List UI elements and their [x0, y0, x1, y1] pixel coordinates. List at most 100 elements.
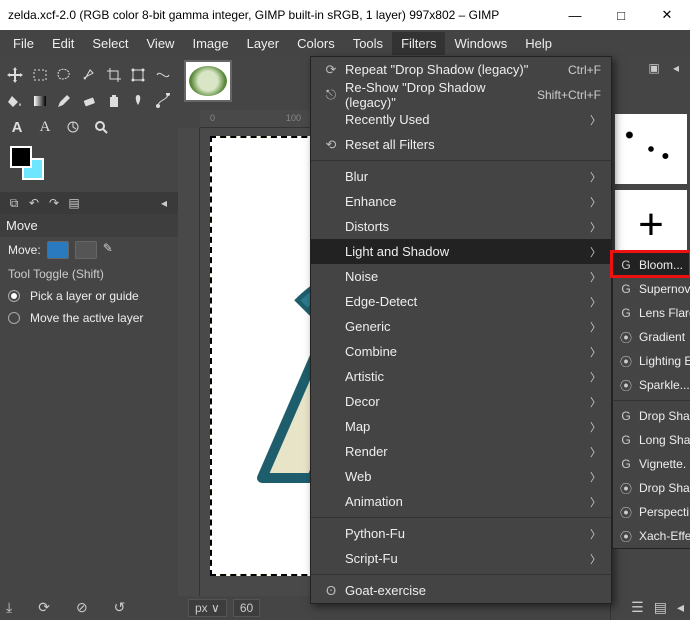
tool-text[interactable]: A: [6, 116, 28, 138]
tool-toggle-label: Tool Toggle (Shift): [0, 263, 178, 285]
menu-item-artistic[interactable]: Artistic〉: [311, 364, 611, 389]
tool-crop[interactable]: [104, 64, 123, 86]
radio-pick-layer[interactable]: Pick a layer or guide: [0, 285, 178, 307]
delete-options-icon[interactable]: ⊘: [76, 599, 88, 616]
zoom-value[interactable]: 60: [233, 599, 260, 617]
brush-preview-1[interactable]: [615, 114, 687, 184]
restore-options-icon[interactable]: ⟳: [38, 599, 50, 616]
radio-move-active[interactable]: Move the active layer: [0, 307, 178, 329]
gegl-icon: G: [619, 258, 633, 272]
mode-layer-chip[interactable]: [47, 241, 69, 259]
tool-zoom[interactable]: [90, 116, 112, 138]
tool-pencil[interactable]: [55, 90, 74, 112]
menu-file[interactable]: File: [4, 32, 43, 55]
mode-selection-chip[interactable]: [75, 241, 97, 259]
menu-item-web[interactable]: Web〉: [311, 464, 611, 489]
reshow-icon: ⎋: [321, 87, 341, 103]
ruler-vertical[interactable]: [178, 128, 200, 596]
tab-menu-icon[interactable]: ◂: [156, 195, 172, 211]
close-button[interactable]: ✕: [644, 0, 690, 30]
unit-selector[interactable]: px ∨: [188, 599, 227, 617]
tool-gradient[interactable]: [31, 90, 50, 112]
tab-images[interactable]: ▤: [66, 195, 82, 211]
menu-item-animation[interactable]: Animation〉: [311, 489, 611, 514]
color-swatches[interactable]: [10, 146, 54, 186]
menu-item-map[interactable]: Map〉: [311, 414, 611, 439]
submenu-drop-shadow[interactable]: GDrop Sha: [613, 404, 690, 428]
submenu-lighting[interactable]: ⦿Lighting E: [613, 349, 690, 373]
submenu-bloom[interactable]: GBloom...: [613, 253, 690, 277]
layers-icon[interactable]: ☰: [631, 599, 644, 616]
menu-item-enhance[interactable]: Enhance〉: [311, 189, 611, 214]
maximize-button[interactable]: □: [598, 0, 644, 30]
menu-filters[interactable]: Filters: [392, 32, 445, 55]
move-mode-row: Move: ✎: [0, 237, 178, 263]
submenu-drop-shadow-legacy[interactable]: ⦿Drop Sha: [613, 476, 690, 500]
menu-item-edge-detect[interactable]: Edge-Detect〉: [311, 289, 611, 314]
foreground-color[interactable]: [10, 146, 32, 168]
menu-item-reshow[interactable]: ⎋Re-Show "Drop Shadow (legacy)"Shift+Ctr…: [311, 82, 611, 107]
submenu-long-shadow[interactable]: GLong Sha: [613, 428, 690, 452]
menu-layer[interactable]: Layer: [238, 32, 289, 55]
tool-measure[interactable]: [62, 116, 84, 138]
tab-tool-options[interactable]: ⧉: [6, 195, 22, 211]
submenu-gradient-flare[interactable]: ⦿Gradient: [613, 325, 690, 349]
menu-help[interactable]: Help: [516, 32, 561, 55]
menu-item-combine[interactable]: Combine〉: [311, 339, 611, 364]
tool-eraser[interactable]: [80, 90, 99, 112]
dock-bottom-buttons: ⤓ ⟳ ⊘ ↺: [6, 599, 125, 616]
menu-item-goat[interactable]: ʘGoat-exercise: [311, 578, 611, 603]
tool-text-alt[interactable]: A: [34, 116, 56, 138]
tool-move[interactable]: [6, 64, 25, 86]
menu-image[interactable]: Image: [183, 32, 237, 55]
submenu-perspective[interactable]: ⦿Perspecti: [613, 500, 690, 524]
menu-colors[interactable]: Colors: [288, 32, 344, 55]
menu-item-reset-filters[interactable]: ⟲Reset all Filters: [311, 132, 611, 157]
tool-path[interactable]: [153, 90, 172, 112]
menu-view[interactable]: View: [138, 32, 184, 55]
mode-path-chip[interactable]: ✎: [103, 241, 125, 259]
menu-select[interactable]: Select: [83, 32, 137, 55]
submenu-xach[interactable]: ⦿Xach-Effe: [613, 524, 690, 548]
move-label: Move:: [8, 243, 41, 257]
menu-item-noise[interactable]: Noise〉: [311, 264, 611, 289]
tool-fuzzy-select[interactable]: [80, 64, 99, 86]
tab-undo-fwd[interactable]: ↷: [46, 195, 62, 211]
tab-undo[interactable]: ↶: [26, 195, 42, 211]
menu-item-repeat[interactable]: ⟳Repeat "Drop Shadow (legacy)"Ctrl+F: [311, 57, 611, 82]
menu-item-decor[interactable]: Decor〉: [311, 389, 611, 414]
menu-tools[interactable]: Tools: [344, 32, 392, 55]
tool-transform[interactable]: [129, 64, 148, 86]
channels-icon[interactable]: ▤: [654, 599, 667, 616]
submenu-lens-flare[interactable]: GLens Flare: [613, 301, 690, 325]
save-options-icon[interactable]: ⤓: [6, 599, 12, 616]
menu-item-distorts[interactable]: Distorts〉: [311, 214, 611, 239]
submenu-vignette[interactable]: GVignette.: [613, 452, 690, 476]
left-panel: A A ⧉ ↶ ↷ ▤ ◂ Move Move: ✎ Tool Toggl: [0, 56, 178, 620]
tool-rect-select[interactable]: [31, 64, 50, 86]
dock-menu-icon[interactable]: ▣: [646, 60, 662, 76]
dock-arrow-icon[interactable]: ◂: [677, 599, 684, 616]
menu-edit[interactable]: Edit: [43, 32, 83, 55]
menu-bar: File Edit Select View Image Layer Colors…: [0, 30, 690, 56]
menu-item-render[interactable]: Render〉: [311, 439, 611, 464]
submenu-supernova[interactable]: GSupernova: [613, 277, 690, 301]
menu-item-blur[interactable]: Blur〉: [311, 164, 611, 189]
tool-clone[interactable]: [104, 90, 123, 112]
dock-menu-arrow-icon[interactable]: ◂: [668, 60, 684, 76]
reset-options-icon[interactable]: ↺: [114, 599, 126, 616]
tool-smudge[interactable]: [129, 90, 148, 112]
image-tab-thumbnail[interactable]: [184, 60, 232, 102]
submenu-sparkle[interactable]: ⦿Sparkle...: [613, 373, 690, 397]
tool-bucket[interactable]: [6, 90, 25, 112]
tool-warp[interactable]: [153, 64, 172, 86]
tool-free-select[interactable]: [55, 64, 74, 86]
menu-windows[interactable]: Windows: [445, 32, 516, 55]
menu-item-generic[interactable]: Generic〉: [311, 314, 611, 339]
menu-item-light-shadow[interactable]: Light and Shadow〉: [311, 239, 611, 264]
menu-item-scriptfu[interactable]: Script-Fu〉: [311, 546, 611, 571]
minimize-button[interactable]: —: [552, 0, 598, 30]
brush-preview-2[interactable]: +: [615, 190, 687, 260]
menu-item-recent[interactable]: Recently Used〉: [311, 107, 611, 132]
menu-item-pythonfu[interactable]: Python-Fu〉: [311, 521, 611, 546]
